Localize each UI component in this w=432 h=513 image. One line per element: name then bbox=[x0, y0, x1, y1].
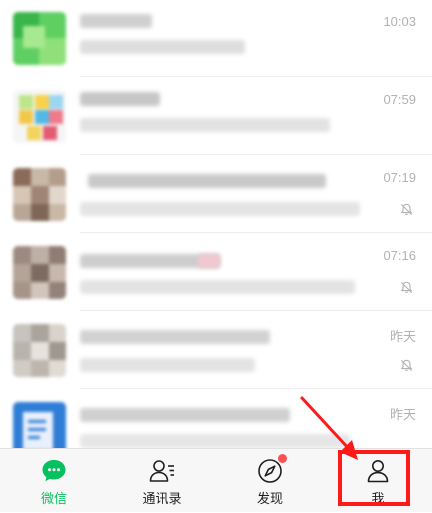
notification-dot bbox=[278, 454, 287, 463]
chat-time: 昨天 bbox=[389, 329, 416, 344]
avatar bbox=[13, 402, 66, 448]
compass-icon bbox=[256, 454, 287, 485]
tab-me[interactable]: 我 bbox=[324, 449, 432, 513]
contacts-icon bbox=[148, 457, 176, 485]
chat-name-redacted bbox=[80, 14, 152, 28]
person-icon bbox=[364, 457, 392, 485]
avatar bbox=[13, 246, 66, 299]
chat-bubble-icon bbox=[40, 457, 68, 485]
chat-row[interactable]: 07:59 bbox=[0, 78, 432, 155]
avatar bbox=[13, 168, 66, 221]
tab-chats[interactable]: 微信 bbox=[0, 449, 108, 513]
divider bbox=[80, 232, 432, 233]
mute-bell-icon bbox=[400, 203, 413, 216]
mute-bell-icon bbox=[400, 359, 413, 372]
chat-row[interactable]: 昨天 bbox=[0, 312, 432, 389]
chat-name-redacted bbox=[80, 92, 160, 106]
chat-name-redacted bbox=[80, 330, 270, 344]
tab-discover[interactable]: 发现 bbox=[216, 449, 324, 513]
chat-preview-redacted bbox=[80, 40, 245, 54]
divider bbox=[80, 154, 432, 155]
chat-row[interactable]: 07:16 bbox=[0, 234, 432, 311]
divider bbox=[80, 388, 432, 389]
tab-label: 微信 bbox=[40, 491, 67, 506]
avatar bbox=[13, 324, 66, 377]
avatar bbox=[13, 90, 66, 143]
chat-list: 10:03 07:59 07:19 07:16 昨天 昨天 bbox=[0, 0, 432, 448]
chat-name-redacted bbox=[88, 174, 326, 188]
divider bbox=[80, 76, 432, 77]
chat-time: 07:16 bbox=[383, 248, 416, 263]
chat-preview-redacted bbox=[80, 280, 355, 294]
chat-name-redacted bbox=[80, 408, 290, 422]
bottom-tab-bar: 微信 通讯录 发现 我 bbox=[0, 448, 432, 512]
chat-row[interactable]: 10:03 bbox=[0, 0, 432, 77]
chat-time: 10:03 bbox=[383, 14, 416, 29]
tab-label: 我 bbox=[371, 491, 385, 506]
tab-contacts[interactable]: 通讯录 bbox=[108, 449, 216, 513]
avatar bbox=[13, 12, 66, 65]
chat-time: 昨天 bbox=[389, 407, 416, 422]
chat-preview-redacted bbox=[80, 202, 360, 216]
divider bbox=[80, 310, 432, 311]
chat-preview-redacted bbox=[80, 358, 255, 372]
chat-preview-redacted bbox=[80, 118, 330, 132]
tab-label: 通讯录 bbox=[142, 491, 182, 506]
chat-name-redacted bbox=[198, 254, 220, 268]
chat-time: 07:19 bbox=[383, 170, 416, 185]
chat-time: 07:59 bbox=[383, 92, 416, 107]
chat-row[interactable]: 昨天 bbox=[0, 390, 432, 448]
mute-bell-icon bbox=[400, 281, 413, 294]
chat-row[interactable]: 07:19 bbox=[0, 156, 432, 233]
chat-preview-redacted bbox=[80, 434, 350, 448]
tab-label: 发现 bbox=[256, 491, 283, 506]
